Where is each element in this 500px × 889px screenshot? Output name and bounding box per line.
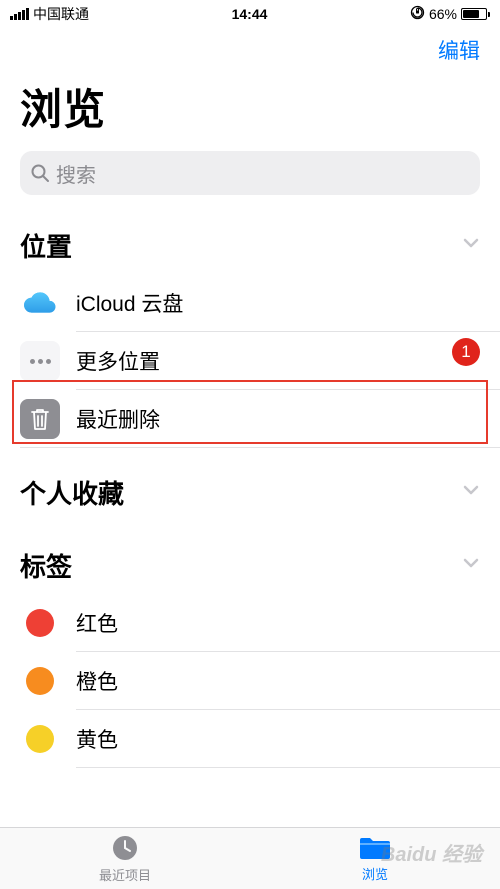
row-more-locations[interactable]: 更多位置 [0, 332, 500, 390]
section-favorites-header[interactable]: 个人收藏 [0, 448, 500, 521]
tab-recent[interactable]: 最近项目 [0, 828, 250, 889]
row-tag-orange[interactable]: 橙色 [0, 652, 500, 710]
row-icloud-drive[interactable]: iCloud 云盘 [0, 274, 500, 332]
search-input[interactable]: 搜索 [20, 151, 480, 195]
row-label: 最近删除 [76, 404, 160, 434]
carrier-label: 中国联通 [33, 4, 89, 24]
orientation-lock-icon [410, 5, 425, 23]
nav-bar: 编辑 [0, 28, 500, 72]
battery-pct: 66% [429, 6, 457, 22]
more-icon [20, 341, 60, 381]
status-left: 中国联通 [10, 4, 89, 24]
signal-icon [10, 8, 29, 20]
chevron-down-icon [462, 481, 480, 504]
status-bar: 中国联通 14:44 66% [0, 0, 500, 28]
tab-label: 最近项目 [99, 865, 151, 884]
search-placeholder: 搜索 [56, 159, 96, 188]
row-label: 红色 [76, 608, 118, 638]
row-label: 橙色 [76, 666, 118, 696]
tab-label: 浏览 [362, 864, 388, 883]
row-tag-yellow[interactable]: 黄色 [0, 710, 500, 768]
edit-button[interactable]: 编辑 [438, 35, 480, 65]
folder-icon [358, 834, 392, 862]
row-label: iCloud 云盘 [76, 288, 183, 318]
battery-icon [461, 8, 490, 20]
section-locations-header[interactable]: 位置 [0, 213, 500, 274]
icloud-icon [20, 283, 60, 323]
section-favorites-title: 个人收藏 [20, 474, 124, 511]
annotation-badge: 1 [452, 338, 480, 366]
section-locations-title: 位置 [20, 227, 72, 264]
section-tags-title: 标签 [20, 547, 72, 584]
row-recently-deleted[interactable]: 最近删除 [0, 390, 500, 448]
tab-bar: 最近项目 浏览 [0, 827, 500, 889]
chevron-down-icon [462, 554, 480, 577]
search-icon [30, 163, 50, 183]
status-right: 66% [410, 5, 490, 23]
page-title: 浏览 [0, 72, 500, 151]
section-tags-header[interactable]: 标签 [0, 521, 500, 594]
tab-browse[interactable]: 浏览 [250, 828, 500, 889]
clock-icon [110, 833, 140, 863]
trash-icon [20, 399, 60, 439]
row-label: 黄色 [76, 724, 118, 754]
row-label: 更多位置 [76, 346, 160, 376]
tag-dot-icon [26, 667, 54, 695]
tag-dot-icon [26, 725, 54, 753]
chevron-down-icon [462, 234, 480, 257]
status-time: 14:44 [232, 6, 268, 22]
tag-dot-icon [26, 609, 54, 637]
row-tag-red[interactable]: 红色 [0, 594, 500, 652]
